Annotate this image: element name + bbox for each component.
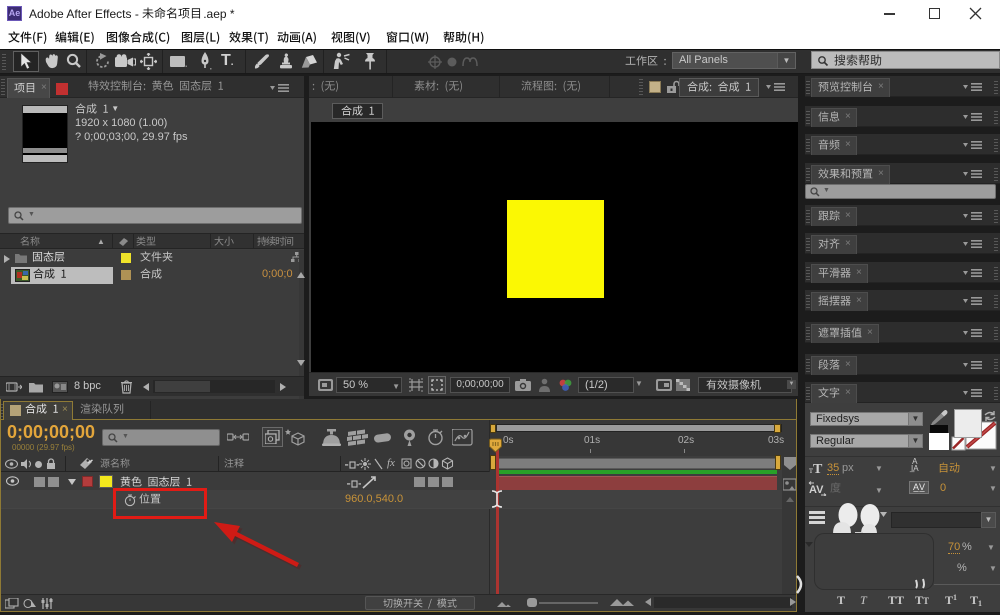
svg-text:AV: AV: [809, 484, 824, 496]
